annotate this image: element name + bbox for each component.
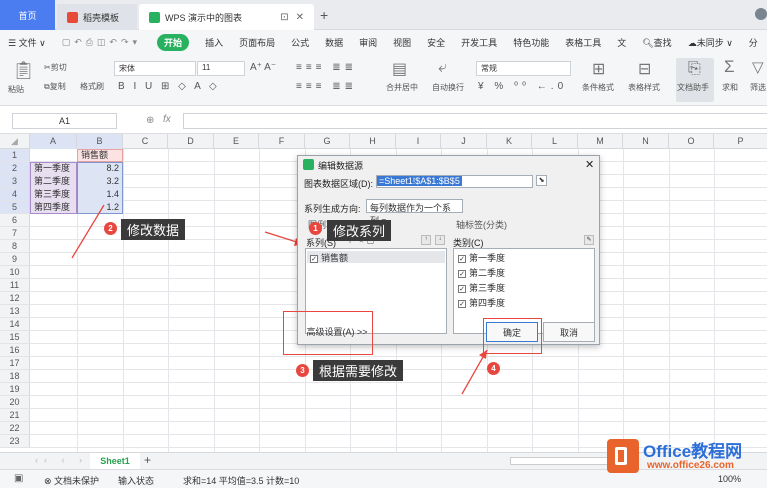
watermark-brand: Office教程网 (643, 442, 743, 461)
step-1-callout: 修改系列 (327, 220, 392, 241)
step-2-callout: 修改数据 (121, 219, 186, 240)
step-2-badge: 2 (104, 222, 117, 235)
category-item[interactable]: ✓ 第二季度 (458, 266, 505, 279)
checkbox-icon[interactable]: ✓ (458, 254, 466, 263)
input-status: 输入状态 (118, 476, 155, 486)
advanced-highlight-box (283, 311, 373, 355)
range-value: =Sheet1!$A$1:$B$5 (377, 176, 462, 186)
range-input[interactable]: =Sheet1!$A$1:$B$5 (376, 175, 533, 188)
checkbox-icon[interactable]: ✓ (458, 269, 466, 278)
edit-category-icon[interactable]: ✎ (584, 235, 594, 245)
category-item-label: 第四季度 (469, 298, 506, 308)
sheet-tab[interactable]: Sheet1 (90, 453, 140, 469)
move-down-icon[interactable]: ↓ (435, 235, 445, 245)
dialog-app-icon (303, 159, 314, 170)
category-item[interactable]: ✓ 第四季度 (458, 296, 505, 309)
arrow-2 (71, 204, 105, 259)
category-item-label: 第一季度 (469, 253, 506, 263)
series-direction-select[interactable]: 每列数据作为一个系列 ▾ (366, 199, 463, 226)
move-up-icon[interactable]: ↑ (421, 235, 431, 245)
checkbox-icon[interactable]: ✓ (310, 254, 318, 263)
cancel-button[interactable]: 取消 (543, 322, 595, 342)
watermark-logo: Office教程网 www.office26.com (607, 437, 767, 477)
horizontal-scrollbar[interactable] (510, 457, 610, 465)
category-item[interactable]: ✓ 第一季度 (458, 251, 505, 264)
step-4-badge: 4 (487, 362, 500, 375)
checkbox-icon[interactable]: ✓ (458, 299, 466, 308)
series-direction-label: 系列生成方向: (304, 204, 361, 214)
series-item[interactable]: ✓ 销售额 (310, 251, 348, 264)
range-label: 图表数据区域(D): (304, 179, 373, 189)
ok-highlight-box (483, 318, 542, 354)
status-icon[interactable]: ▣ (14, 473, 23, 484)
checkbox-icon[interactable]: ✓ (458, 284, 466, 293)
watermark-url: www.office26.com (647, 460, 734, 471)
step-3-callout: 根据需要修改 (313, 360, 404, 381)
category-item-label: 第三季度 (469, 283, 506, 293)
protect-label: 文档未保护 (54, 476, 100, 486)
category-item-label: 第二季度 (469, 268, 506, 278)
step-3-badge: 3 (296, 364, 309, 377)
dialog-close-icon[interactable]: ✕ (585, 158, 594, 171)
selection-stats: 求和=14 平均值=3.5 计数=10 (183, 476, 300, 486)
dialog-title: 编辑数据源 (318, 161, 364, 171)
series-item-label: 销售额 (321, 253, 349, 263)
protect-status[interactable]: ⊗ 文档未保护 (44, 474, 99, 487)
step-1-badge: 1 (309, 222, 322, 235)
axis-group-label: 轴标签(分类) (456, 220, 507, 230)
office-logo-icon (607, 439, 639, 473)
category-item[interactable]: ✓ 第三季度 (458, 281, 505, 294)
protect-icon: ⊗ (44, 476, 55, 486)
collapse-range-icon[interactable]: ⬊ (536, 175, 547, 186)
add-sheet-button[interactable]: + (144, 453, 151, 467)
